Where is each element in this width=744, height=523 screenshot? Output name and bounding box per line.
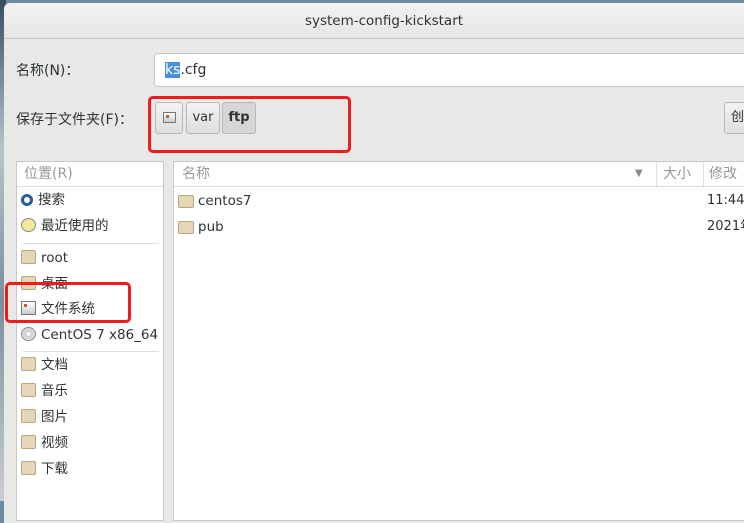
place-videos[interactable]: 视频 bbox=[21, 431, 68, 455]
filename-input[interactable]: ks.cfg bbox=[154, 53, 744, 87]
place-centos-disc[interactable]: CentOS 7 x86_64 bbox=[21, 323, 158, 347]
place-search[interactable]: 搜索 bbox=[21, 188, 65, 212]
pictures-folder-icon bbox=[21, 409, 36, 423]
place-music[interactable]: 音乐 bbox=[21, 379, 68, 403]
file-list: 名称 ▼ 大小 修改 centos7 11:44 pub 2021年 bbox=[173, 161, 744, 521]
title-bar: system-config-kickstart bbox=[4, 3, 744, 39]
filename-rest: .cfg bbox=[180, 62, 207, 78]
file-row[interactable]: centos7 11:44 bbox=[174, 188, 744, 214]
downloads-folder-icon bbox=[21, 461, 36, 475]
file-row[interactable]: pub 2021年 bbox=[174, 214, 744, 240]
file-name: pub bbox=[198, 219, 224, 235]
place-pictures[interactable]: 图片 bbox=[21, 405, 68, 429]
place-recent[interactable]: 最近使用的 bbox=[21, 214, 109, 238]
folder-icon bbox=[178, 221, 194, 234]
place-label: CentOS 7 x86_64 bbox=[41, 327, 159, 343]
place-label: 下载 bbox=[41, 461, 68, 477]
create-folder-button[interactable]: 创 bbox=[724, 102, 744, 134]
folder-icon bbox=[178, 195, 194, 208]
search-icon bbox=[21, 194, 33, 206]
places-sidebar: 位置(R) 搜索 最近使用的 root 桌面 文件系统 CentOS 7 x86… bbox=[16, 161, 164, 521]
sort-arrow-icon: ▼ bbox=[635, 168, 643, 179]
place-documents[interactable]: 文档 bbox=[21, 353, 68, 377]
recent-icon bbox=[21, 218, 36, 232]
highlight-box-path bbox=[148, 96, 351, 153]
column-name[interactable]: 名称 bbox=[182, 162, 210, 186]
place-label: 文档 bbox=[41, 357, 68, 373]
file-list-header: 名称 ▼ 大小 修改 bbox=[174, 162, 744, 187]
column-size[interactable]: 大小 bbox=[663, 162, 691, 186]
place-label: 音乐 bbox=[41, 383, 68, 399]
filename-selected: ks bbox=[165, 62, 181, 78]
name-label: 名称(N)： bbox=[16, 63, 80, 79]
documents-folder-icon bbox=[21, 357, 36, 371]
save-dialog: system-config-kickstart 名称(N)： ks.cfg 保存… bbox=[4, 3, 744, 523]
place-label: 视频 bbox=[41, 435, 68, 451]
column-divider bbox=[656, 162, 657, 186]
place-downloads[interactable]: 下载 bbox=[21, 457, 68, 481]
file-modified: 11:44 bbox=[707, 193, 744, 208]
place-label: 图片 bbox=[41, 409, 68, 425]
home-folder-icon bbox=[21, 250, 36, 264]
places-header: 位置(R) bbox=[17, 162, 163, 187]
place-label: root bbox=[41, 250, 69, 266]
file-modified: 2021年 bbox=[707, 219, 744, 234]
column-modified[interactable]: 修改 bbox=[709, 162, 737, 186]
folder-label: 保存于文件夹(F)： bbox=[16, 112, 133, 128]
place-label: 搜索 bbox=[38, 192, 65, 208]
music-folder-icon bbox=[21, 383, 36, 397]
place-root[interactable]: root bbox=[21, 246, 68, 270]
separator bbox=[23, 351, 159, 352]
separator bbox=[23, 243, 159, 244]
highlight-box-filesystem bbox=[5, 282, 131, 323]
place-label: 最近使用的 bbox=[41, 218, 109, 234]
column-divider bbox=[703, 162, 704, 186]
disc-icon bbox=[21, 327, 36, 341]
videos-folder-icon bbox=[21, 435, 36, 449]
file-name: centos7 bbox=[198, 193, 252, 209]
